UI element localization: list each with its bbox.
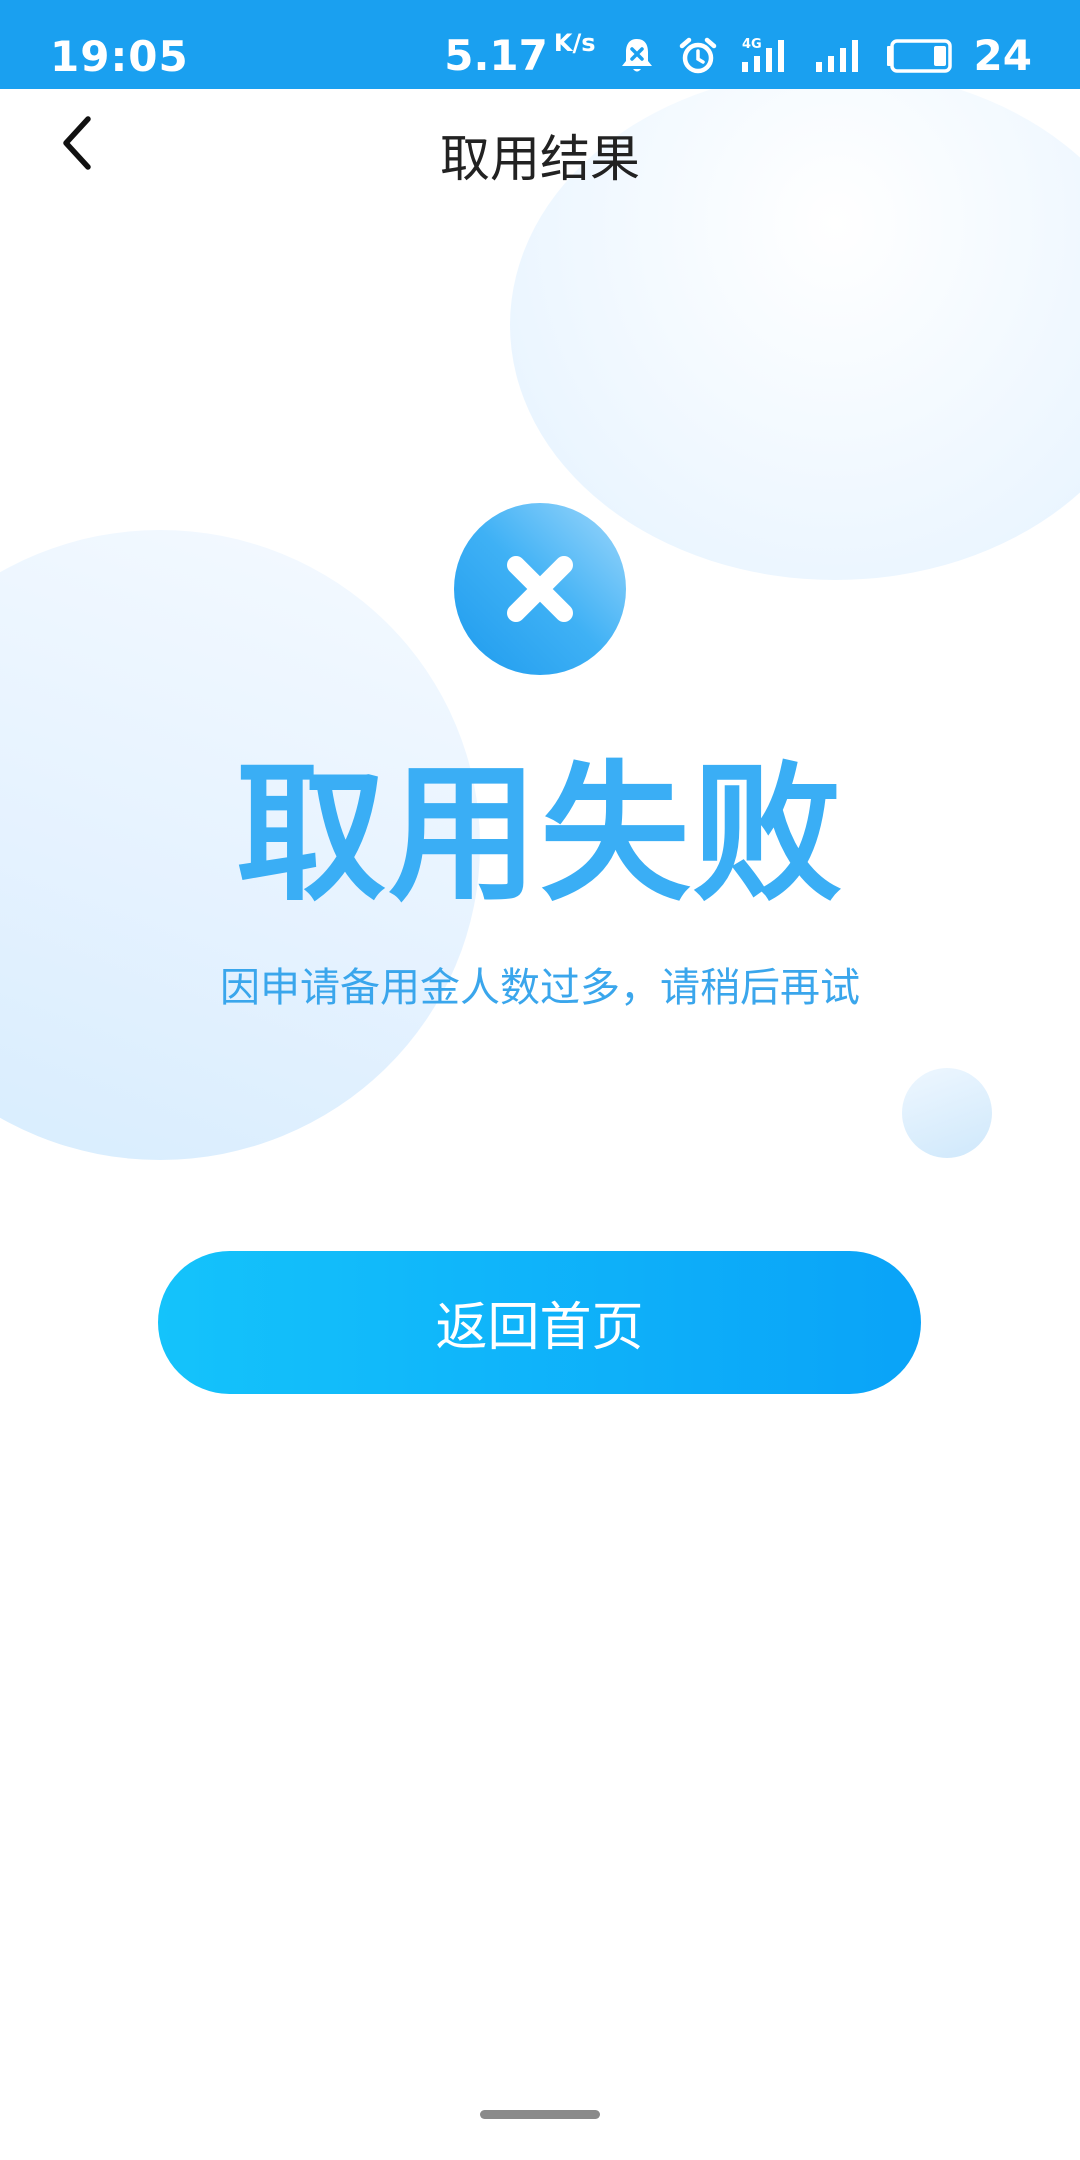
return-home-button[interactable]: 返回首页: [158, 1251, 921, 1394]
status-icons: 5.17 K/s 4G 24: [444, 0, 1032, 89]
close-icon: [507, 556, 573, 622]
signal-4g-icon: 4G: [740, 36, 792, 76]
screen: 19:05 5.17 K/s 4G 24 取用结果 取用失败 因申请备用金人数过…: [0, 0, 1080, 2160]
alarm-icon: [678, 36, 718, 76]
battery-level: 24: [973, 31, 1032, 80]
page-title: 取用结果: [440, 130, 640, 188]
status-bar: 19:05 5.17 K/s 4G 24: [0, 0, 1080, 89]
close-circle-icon: [454, 503, 626, 675]
notification-muted-icon: [618, 36, 656, 76]
nav-bar: 取用结果: [0, 89, 1080, 219]
network-type-label: 4G: [742, 37, 762, 52]
status-time: 19:05: [50, 32, 189, 81]
battery-icon: [886, 38, 952, 73]
network-speed: 5.17 K/s: [444, 29, 596, 80]
network-speed-value: 5.17: [444, 31, 548, 80]
result-title: 取用失败: [235, 748, 844, 922]
signal-icon: [814, 36, 864, 76]
result-message: 因申请备用金人数过多，请稍后再试: [220, 965, 860, 1011]
decorative-circle-small: [902, 1068, 992, 1158]
network-speed-unit: K/s: [553, 29, 596, 57]
gesture-navigation-bar[interactable]: [480, 2110, 600, 2119]
